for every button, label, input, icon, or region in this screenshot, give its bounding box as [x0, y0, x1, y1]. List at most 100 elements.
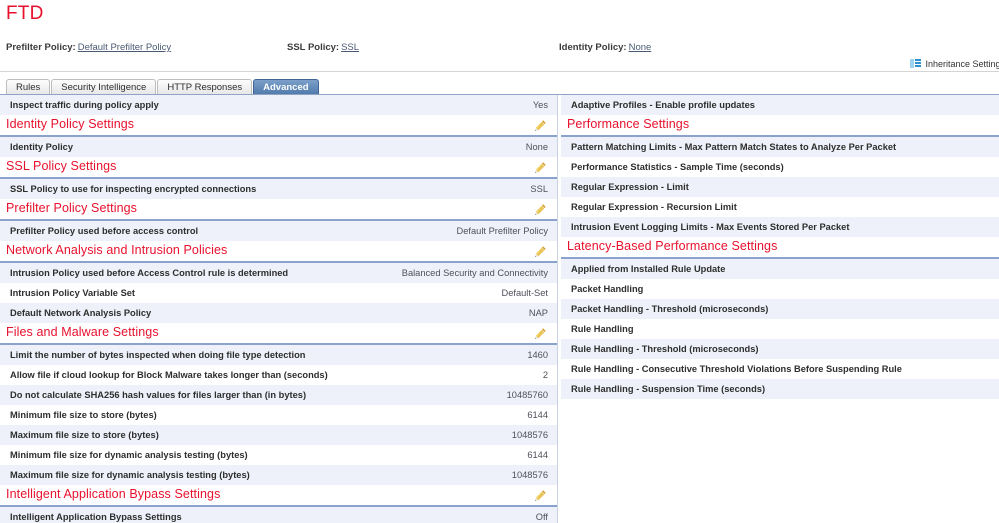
setting-row: Pattern Matching Limits - Max Pattern Ma… — [561, 137, 999, 157]
setting-row: Minimum file size to store (bytes) 6144 — [0, 405, 557, 425]
setting-row: Allow file if cloud lookup for Block Mal… — [0, 365, 557, 385]
ssl-policy-link[interactable]: SSL — [341, 42, 359, 53]
setting-label: Packet Handling - Threshold (microsecond… — [571, 304, 769, 314]
section-title: Intelligent Application Bypass Settings — [6, 487, 221, 501]
section-header: Prefilter Policy Settings — [0, 199, 557, 221]
setting-row: Limit the number of bytes inspected when… — [0, 345, 557, 365]
setting-label: Pattern Matching Limits - Max Pattern Ma… — [571, 142, 897, 152]
tab-http-responses[interactable]: HTTP Responses — [157, 79, 253, 95]
setting-row: Intrusion Event Logging Limits - Max Eve… — [561, 217, 999, 237]
setting-value: 2 — [542, 370, 548, 380]
setting-row: Performance Statistics - Sample Time (se… — [561, 157, 999, 177]
pencil-icon[interactable] — [534, 327, 547, 340]
section-title: Latency-Based Performance Settings — [567, 239, 778, 253]
column-divider — [557, 95, 558, 523]
setting-label: Maximum file size for dynamic analysis t… — [10, 470, 250, 480]
setting-row: Applied from Installed Rule Update — [561, 259, 999, 279]
ssl-policy-summary: SSL Policy: SSL — [287, 42, 359, 54]
section-header: Network Analysis and Intrusion Policies — [0, 241, 557, 263]
section-title: Files and Malware Settings — [6, 325, 159, 339]
setting-value: Default-Set — [501, 288, 548, 298]
setting-label: Inspect traffic during policy apply — [10, 100, 159, 110]
identity-policy-summary: Identity Policy: None — [559, 42, 651, 54]
right-settings-column: Adaptive Profiles - Enable profile updat… — [561, 95, 999, 399]
setting-row: Inspect traffic during policy apply Yes — [0, 95, 557, 115]
setting-label: Prefilter Policy used before access cont… — [10, 226, 199, 236]
inheritance-icon — [910, 58, 922, 69]
setting-value: Default Prefilter Policy — [456, 226, 548, 236]
tab-rules[interactable]: Rules — [6, 79, 51, 95]
setting-row: Regular Expression - Limit — [561, 177, 999, 197]
pencil-icon[interactable] — [534, 203, 547, 216]
setting-label: Do not calculate SHA256 hash values for … — [10, 390, 307, 400]
setting-label: Maximum file size to store (bytes) — [10, 430, 159, 440]
left-settings-column: Inspect traffic during policy apply Yes Id… — [0, 95, 557, 523]
setting-label: Minimum file size for dynamic analysis t… — [10, 450, 248, 460]
setting-row: Rule Handling - Consecutive Threshold Vi… — [561, 359, 999, 379]
section-title: SSL Policy Settings — [6, 159, 117, 173]
setting-row: Intelligent Application Bypass Settings O… — [0, 507, 557, 523]
setting-label: Rule Handling - Suspension Time (seconds… — [571, 384, 766, 394]
inheritance-settings-button[interactable]: Inheritance Settings — [910, 58, 999, 69]
section-header: SSL Policy Settings — [0, 157, 557, 179]
setting-label: Intelligent Application Bypass Settings — [10, 512, 182, 522]
setting-label: Adaptive Profiles - Enable profile updat… — [571, 100, 755, 110]
pencil-icon[interactable] — [534, 245, 547, 258]
section-header: Files and Malware Settings — [0, 323, 557, 345]
setting-row: Default Network Analysis Policy NAP — [0, 303, 557, 323]
setting-row: Regular Expression - Recursion Limit — [561, 197, 999, 217]
setting-row: SSL Policy to use for inspecting encrypt… — [0, 179, 557, 199]
setting-label: Rule Handling — [571, 324, 634, 334]
setting-value: NAP — [528, 308, 548, 318]
setting-row: Intrusion Policy used before Access Cont… — [0, 263, 557, 283]
section-header: Performance Settings — [561, 115, 999, 137]
setting-label: Rule Handling - Threshold (microseconds) — [571, 344, 759, 354]
setting-label: Intrusion Policy used before Access Cont… — [10, 268, 289, 278]
prefilter-policy-label: Prefilter Policy: — [6, 42, 76, 53]
page-title: FTD — [6, 3, 44, 24]
setting-label: Limit the number of bytes inspected when… — [10, 350, 306, 360]
setting-row: Identity Policy None — [0, 137, 557, 157]
section-header: Latency-Based Performance Settings — [561, 237, 999, 259]
pencil-icon[interactable] — [534, 161, 547, 174]
tab-advanced[interactable]: Advanced — [253, 79, 319, 95]
section-title: Network Analysis and Intrusion Policies — [6, 243, 228, 257]
prefilter-policy-link[interactable]: Default Prefilter Policy — [78, 42, 171, 53]
setting-label: Intrusion Policy Variable Set — [10, 288, 136, 298]
setting-row: Intrusion Policy Variable Set Default-Set — [0, 283, 557, 303]
setting-row: Maximum file size for dynamic analysis t… — [0, 465, 557, 485]
setting-label: Default Network Analysis Policy — [10, 308, 152, 318]
setting-value: 6144 — [527, 450, 548, 460]
header-divider — [0, 71, 999, 72]
setting-label: Performance Statistics - Sample Time (se… — [571, 162, 784, 172]
tab-bar: Rules Security Intelligence HTTP Responses… — [6, 78, 320, 95]
identity-policy-link[interactable]: None — [629, 42, 652, 53]
tab-security-intelligence[interactable]: Security Intelligence — [51, 79, 157, 95]
pencil-icon[interactable] — [534, 489, 547, 502]
setting-row: Packet Handling - Threshold (microsecond… — [561, 299, 999, 319]
setting-row: Rule Handling - Threshold (microseconds) — [561, 339, 999, 359]
setting-value: SSL — [530, 184, 548, 194]
setting-value: None — [525, 142, 548, 152]
setting-row: Rule Handling — [561, 319, 999, 339]
setting-row: Prefilter Policy used before access cont… — [0, 221, 557, 241]
section-title: Prefilter Policy Settings — [6, 201, 138, 215]
setting-label: Identity Policy — [10, 142, 74, 152]
setting-value: 6144 — [527, 410, 548, 420]
setting-label: Intrusion Event Logging Limits - Max Eve… — [571, 222, 850, 232]
advanced-policy-page: FTD Prefilter Policy: Default Prefilter P… — [0, 0, 999, 523]
setting-value: Balanced Security and Connectivity — [401, 268, 548, 278]
setting-row: Adaptive Profiles - Enable profile updat… — [561, 95, 999, 115]
setting-row: Do not calculate SHA256 hash values for … — [0, 385, 557, 405]
setting-value: Yes — [532, 100, 548, 110]
setting-label: Packet Handling — [571, 284, 644, 294]
setting-label: Minimum file size to store (bytes) — [10, 410, 157, 420]
pencil-icon[interactable] — [534, 119, 547, 132]
setting-row: Maximum file size to store (bytes) 104857… — [0, 425, 557, 445]
identity-policy-label: Identity Policy: — [559, 42, 627, 53]
setting-row: Minimum file size for dynamic analysis t… — [0, 445, 557, 465]
setting-label: Allow file if cloud lookup for Block Mal… — [10, 370, 328, 380]
setting-label: Regular Expression - Limit — [571, 182, 689, 192]
setting-label: Applied from Installed Rule Update — [571, 264, 726, 274]
section-title: Identity Policy Settings — [6, 117, 135, 131]
